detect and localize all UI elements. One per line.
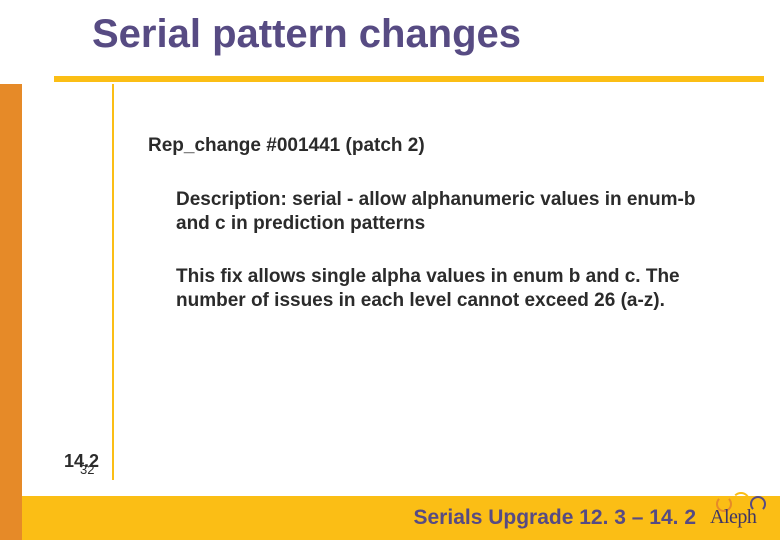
content-block: Rep_change #001441 (patch 2) Description… — [148, 134, 724, 343]
left-accent-bar — [0, 84, 22, 498]
footer-text: Serials Upgrade 12. 3 – 14. 2 — [414, 506, 697, 530]
title-underline — [54, 76, 764, 82]
slide: Serial pattern changes Rep_change #00144… — [0, 0, 780, 540]
description-text: Description: serial - allow alphanumeric… — [148, 188, 724, 236]
logo-text: Aleph — [710, 506, 756, 529]
rep-change-heading: Rep_change #001441 (patch 2) — [148, 134, 724, 158]
aleph-logo: Aleph — [710, 500, 778, 536]
page-number: 32 — [80, 462, 94, 477]
fix-detail-text: This fix allows single alpha values in e… — [148, 265, 724, 313]
content-left-rule — [112, 84, 114, 480]
footer-accent-corner — [0, 496, 22, 540]
slide-title: Serial pattern changes — [92, 12, 521, 57]
